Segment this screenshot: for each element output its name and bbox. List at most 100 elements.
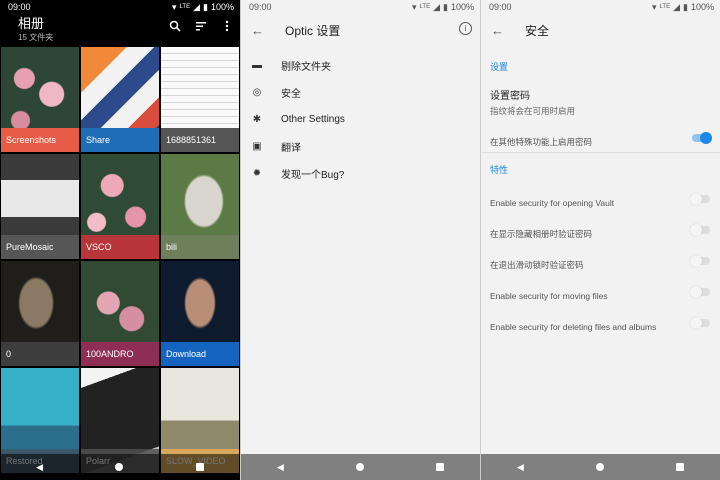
album-label: Screenshots (1, 128, 79, 152)
signal-icon: ◢ (193, 1, 201, 12)
feature-row-moving-files[interactable]: Enable security for moving files (481, 286, 720, 301)
feature-toggle[interactable] (690, 317, 710, 329)
feature-row-deleting-files[interactable]: Enable security for deleting files and a… (481, 317, 720, 332)
album-label: 0 (1, 342, 79, 366)
home-nav-icon[interactable] (115, 463, 124, 471)
album-tile[interactable]: Share (81, 47, 159, 152)
gear-icon: ✱ (252, 114, 262, 125)
gallery-header: 相册 15 文件夹 (0, 14, 240, 46)
back-nav-icon[interactable]: ◀ (36, 462, 43, 473)
recents-nav-icon[interactable] (195, 463, 204, 471)
signal-icon: ◢ (433, 1, 441, 12)
album-label: bili (161, 235, 239, 259)
album-tile[interactable]: bili (161, 154, 239, 259)
back-nav-icon[interactable]: ◀ (517, 462, 524, 473)
album-tile[interactable]: 1688851361 (161, 47, 239, 152)
feature-label: Enable security for opening Vault (490, 198, 615, 208)
navigation-bar: ◀ (481, 454, 720, 480)
album-tile[interactable]: Screenshots (1, 47, 79, 152)
menu-item-security[interactable]: ◎ 安全 (241, 79, 480, 106)
special-features-password-toggle[interactable] (692, 132, 712, 144)
menu-item-label: Other Settings (281, 114, 345, 125)
toolbar: ← Optic 设置 i (241, 14, 480, 46)
set-password-row[interactable]: 设置密码 指纹将会在可用时启用 (481, 87, 720, 117)
toggle-knob (700, 132, 712, 144)
signal-icon: ◢ (673, 1, 681, 12)
back-nav-icon[interactable]: ◀ (277, 462, 284, 473)
battery-level: 100% (450, 2, 474, 12)
album-label: 1688851361 (161, 128, 239, 152)
divider (481, 152, 720, 153)
feature-row-swipe-lock[interactable]: 在退出滑动锁时验证密码 (481, 255, 720, 270)
album-tile[interactable]: 100ANDRO (81, 261, 159, 366)
feature-label: 在退出滑动锁时验证密码 (490, 260, 584, 270)
feature-toggle[interactable] (690, 224, 710, 236)
recents-nav-icon[interactable] (435, 463, 444, 471)
feature-label: Enable security for moving files (490, 291, 608, 301)
back-arrow-icon[interactable]: ← (491, 23, 515, 38)
menu-item-excluded-folders[interactable]: ▬ 剔除文件夹 (241, 52, 480, 79)
menu-item-label: 翻译 (281, 143, 301, 154)
album-label: Download (161, 342, 239, 366)
status-bar: 09:00 ▾ LTE ◢ ▮ 100% (0, 0, 240, 14)
feature-row-open-vault[interactable]: Enable security for opening Vault (481, 193, 720, 208)
network-label: LTE (419, 4, 431, 10)
navigation-bar: ◀ (0, 454, 240, 480)
security-settings-screen: 09:00 ▾ LTE ◢ ▮ 100% ← 安全 设置 设置密码 指纹将会在可… (480, 0, 720, 480)
back-arrow-icon[interactable]: ← (251, 23, 275, 38)
battery-level: 100% (210, 2, 234, 12)
sort-icon[interactable] (194, 20, 208, 35)
toggle-knob (690, 255, 702, 267)
wifi-icon: ▾ (652, 1, 657, 12)
status-bar: 09:00 ▾ LTE ◢ ▮ 100% (241, 0, 480, 14)
home-nav-icon[interactable] (355, 463, 364, 471)
search-icon[interactable] (168, 20, 182, 35)
status-time: 09:00 (8, 2, 31, 12)
info-icon[interactable]: i (459, 22, 472, 35)
album-tile[interactable]: Download (161, 261, 239, 366)
feature-label: 在显示隐藏相册时验证密码 (490, 229, 593, 239)
navigation-bar: ◀ (241, 454, 480, 480)
network-label: LTE (179, 4, 191, 10)
folder-remove-icon: ▬ (252, 60, 262, 71)
more-options-icon[interactable] (220, 20, 234, 35)
menu-item-report-bug[interactable]: ✹ 发现一个Bug? (241, 160, 480, 187)
bug-icon: ✹ (252, 168, 262, 179)
feature-toggle[interactable] (690, 286, 710, 298)
section-header-settings: 设置 (490, 62, 509, 72)
set-password-summary: 指纹将会在可用时启用 (490, 106, 576, 116)
feature-toggle[interactable] (690, 255, 710, 267)
special-features-password-row[interactable]: 在其他特殊功能上启用密码 (481, 132, 720, 147)
network-label: LTE (659, 4, 671, 10)
album-grid: Screenshots Share 1688851361 PureMosaic … (1, 47, 239, 473)
album-tile[interactable]: 0 (1, 261, 79, 366)
optic-settings-screen: 09:00 ▾ LTE ◢ ▮ 100% ← Optic 设置 i ▬ 剔除文件… (240, 0, 480, 480)
menu-item-label: 发现一个Bug? (281, 170, 345, 181)
toolbar: ← 安全 (481, 14, 720, 46)
album-tile[interactable]: PureMosaic (1, 154, 79, 259)
feature-toggle[interactable] (690, 193, 710, 205)
battery-icon: ▮ (203, 1, 208, 12)
toggle-knob (690, 193, 702, 205)
battery-icon: ▮ (443, 1, 448, 12)
feature-row-hidden-albums[interactable]: 在显示隐藏相册时验证密码 (481, 224, 720, 239)
recents-nav-icon[interactable] (675, 463, 684, 471)
album-label: VSCO (81, 235, 159, 259)
feature-label: Enable security for deleting files and a… (490, 322, 657, 332)
page-title: Optic 设置 (285, 23, 341, 38)
album-label: Share (81, 128, 159, 152)
toggle-knob (690, 286, 702, 298)
status-time: 09:00 (489, 2, 512, 12)
fingerprint-icon: ◎ (252, 87, 262, 98)
battery-icon: ▮ (683, 1, 688, 12)
home-nav-icon[interactable] (595, 463, 604, 471)
menu-item-other-settings[interactable]: ✱ Other Settings (241, 106, 480, 133)
menu-item-translate[interactable]: ▣ 翻译 (241, 133, 480, 160)
menu-item-label: 剔除文件夹 (281, 62, 331, 73)
status-bar: 09:00 ▾ LTE ◢ ▮ 100% (481, 0, 720, 14)
page-title: 安全 (525, 23, 550, 38)
album-tile[interactable]: VSCO (81, 154, 159, 259)
section-header-features: 特性 (490, 165, 509, 175)
translate-icon: ▣ (252, 141, 262, 152)
battery-level: 100% (690, 2, 714, 12)
